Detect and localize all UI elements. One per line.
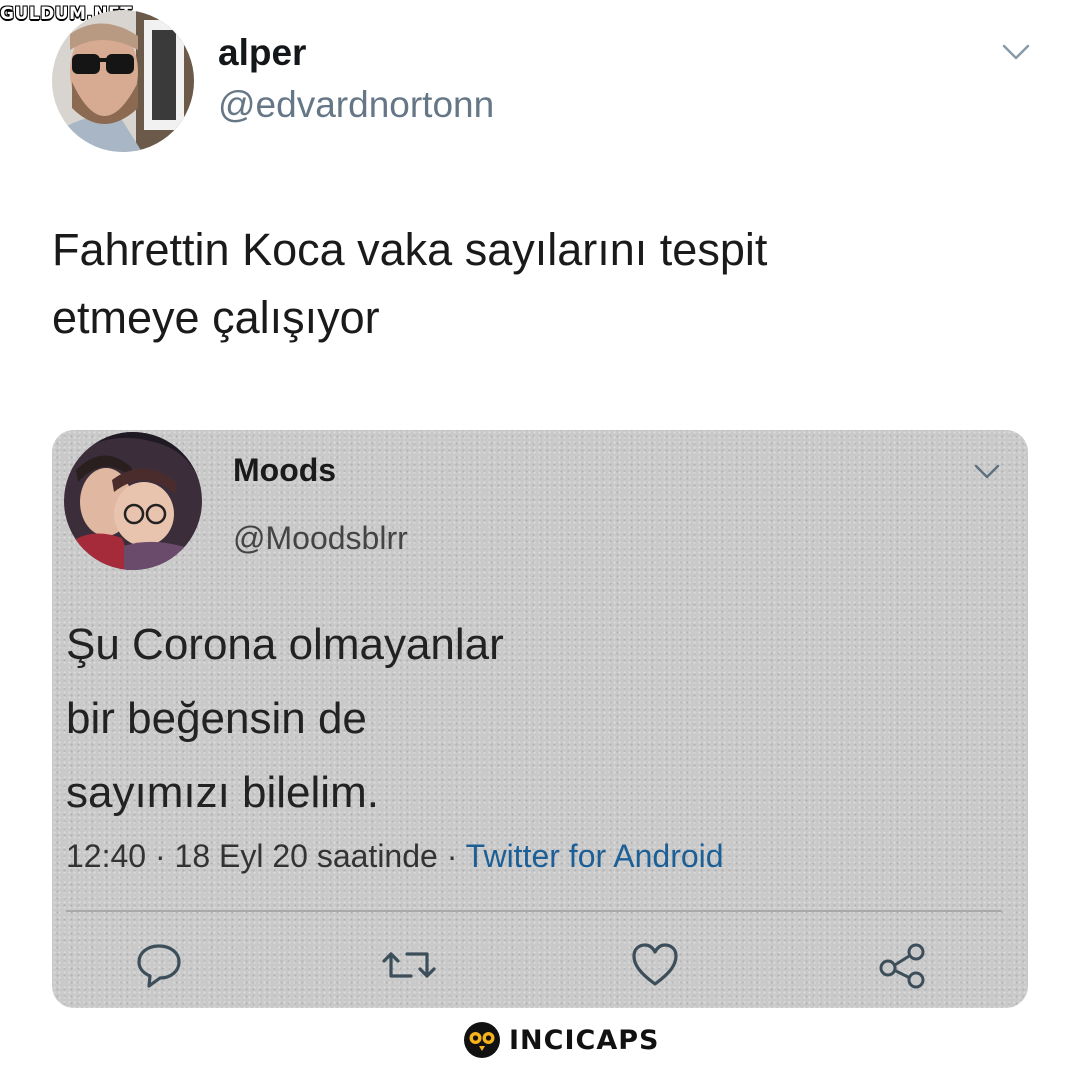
tweet-text: Fahrettin Koca vaka sayılarını tespit et…	[52, 216, 767, 352]
tweet-text-line: Fahrettin Koca vaka sayılarını tespit	[52, 224, 768, 275]
retweet-icon[interactable]	[381, 942, 437, 988]
share-icon[interactable]	[878, 942, 928, 990]
user-handle[interactable]: @Moodsblrr	[233, 520, 408, 557]
tweet-text-line: etmeye çalışıyor	[52, 292, 380, 343]
quoted-text-line: sayımızı bilelim.	[66, 768, 379, 817]
chevron-down-icon[interactable]	[974, 464, 1000, 479]
avatar[interactable]	[52, 10, 194, 152]
separator: ·	[437, 838, 466, 874]
avatar[interactable]	[64, 432, 202, 570]
heart-icon[interactable]	[630, 942, 680, 988]
divider	[66, 910, 1002, 912]
tweet-metadata: 12:40 · 18 Eyl 20 saatinde · Twitter for…	[66, 838, 724, 875]
quoted-tweet[interactable]: Moods @Moodsblrr Şu Corona olmayanlar bi…	[52, 430, 1028, 1008]
tweet-time: 12:40	[66, 838, 147, 874]
display-name[interactable]: alper	[218, 32, 306, 74]
brand-label: INCICAPS	[509, 1024, 660, 1056]
quoted-text-line: Şu Corona olmayanlar	[66, 620, 504, 669]
reply-icon[interactable]	[135, 942, 183, 988]
display-name[interactable]: Moods	[233, 452, 336, 489]
quoted-text-line: bir beğensin de	[66, 694, 367, 743]
owl-logo-icon	[464, 1022, 500, 1058]
chevron-down-icon[interactable]	[1002, 44, 1030, 60]
quoted-tweet-text: Şu Corona olmayanlar bir beğensin de say…	[66, 608, 504, 830]
tweet-date: 18 Eyl 20 saatinde	[174, 838, 438, 874]
separator: ·	[146, 838, 175, 874]
tweet-source-link[interactable]: Twitter for Android	[466, 838, 724, 874]
brand-logo: INCICAPS	[463, 1021, 659, 1059]
user-handle[interactable]: @edvardnortonn	[218, 84, 494, 126]
